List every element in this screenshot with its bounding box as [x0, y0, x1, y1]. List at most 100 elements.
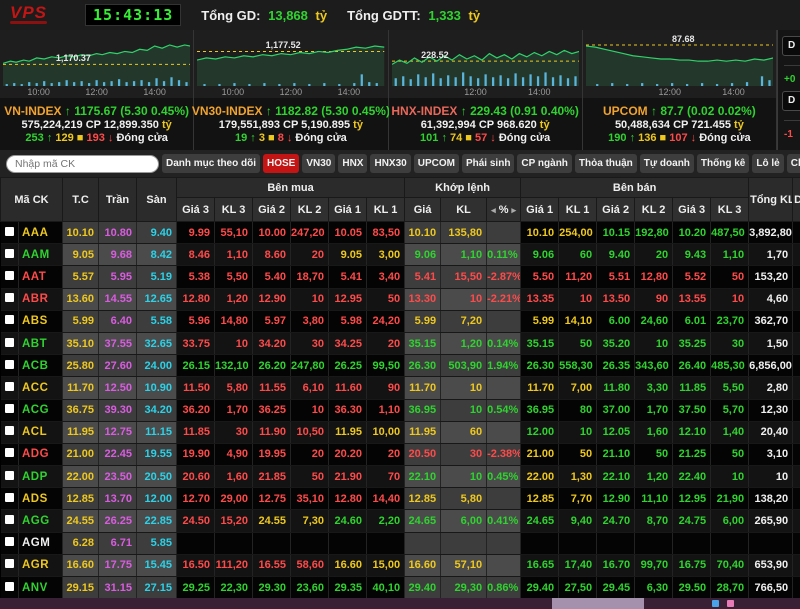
row-checkbox[interactable]	[5, 227, 14, 236]
row-checkbox[interactable]	[5, 493, 14, 502]
unchanged-count: 136 ■	[638, 132, 669, 144]
ticker-symbol[interactable]: ABS	[19, 310, 63, 332]
ask-cell: 24.75	[673, 510, 711, 532]
ticker-symbol[interactable]: AAA	[19, 222, 63, 244]
decliners-count: 57 ↓	[475, 132, 499, 144]
tab-CP ngành[interactable]: CP ngành	[517, 154, 571, 173]
row-checkbox[interactable]	[5, 315, 14, 324]
reference-price: 36.75	[63, 399, 99, 421]
row-checkbox[interactable]	[5, 426, 14, 435]
taskbar-icon[interactable]	[727, 600, 734, 607]
sub-header-buy: Giá 3	[177, 198, 215, 222]
tab-Thống kê[interactable]: Thống kê	[697, 154, 749, 173]
row-checkbox[interactable]	[5, 582, 14, 591]
tab-UPCOM[interactable]: UPCOM	[414, 154, 459, 173]
bid-cell: 26.25	[329, 355, 367, 377]
ticker-symbol[interactable]: ABT	[19, 332, 63, 354]
row-checkbox[interactable]	[5, 471, 14, 480]
row-checkbox[interactable]	[5, 360, 14, 369]
floor-price: 5.19	[137, 266, 177, 288]
logo-text: VPS	[10, 3, 47, 22]
ask-cell: 9.06	[521, 244, 559, 266]
ticker-symbol[interactable]: ANV	[19, 577, 63, 599]
taskbar-icon[interactable]	[712, 600, 719, 607]
ask-cell: 20	[635, 244, 673, 266]
col-header-total-volume[interactable]: Tổng KL▼	[749, 178, 793, 222]
index-name: VN30-INDEX	[192, 104, 263, 118]
prev-column-arrow[interactable]: ◂	[491, 205, 496, 215]
ticker-symbol[interactable]: ACL	[19, 421, 63, 443]
ticker-symbol[interactable]: AGG	[19, 510, 63, 532]
next-column-arrow[interactable]: ▸	[511, 205, 516, 215]
tab-VN30[interactable]: VN30	[302, 154, 335, 173]
stock-row-AAM[interactable]: AAM9.059.688.428.461,108.60209.053,009.0…	[1, 244, 800, 266]
ticker-symbol[interactable]: ABR	[19, 288, 63, 310]
total-volume-cell: 153,20	[749, 266, 793, 288]
stock-row-ADG[interactable]: ADG21.0022.4519.5519.904,9019.952020.202…	[1, 443, 800, 465]
time-label: 12:00	[280, 87, 303, 97]
tab-Thỏa thuận[interactable]: Thỏa thuận	[575, 154, 637, 173]
ticker-symbol[interactable]: ADG	[19, 443, 63, 465]
row-checkbox[interactable]	[5, 404, 14, 413]
stock-row-ACB[interactable]: ACB25.8027.6024.0026.15132,1026.20247,80…	[1, 355, 800, 377]
total-gdtt-unit: tỷ	[469, 8, 481, 23]
ticker-symbol[interactable]: AGR	[19, 554, 63, 576]
sub-header-sell: Giá 2	[597, 198, 635, 222]
ticker-symbol[interactable]: AAM	[19, 244, 63, 266]
ticker-symbol[interactable]: ADP	[19, 466, 63, 488]
row-checkbox[interactable]	[5, 559, 14, 568]
stock-row-ABT[interactable]: ABT35.1037.5532.6533.751034.203034.25203…	[1, 332, 800, 354]
ticker-symbol[interactable]: AAT	[19, 266, 63, 288]
row-checkbox[interactable]	[5, 293, 14, 302]
row-checkbox[interactable]	[5, 537, 14, 546]
world-index-box[interactable]: D	[782, 91, 800, 111]
tab-Lô lẻ[interactable]: Lô lẻ	[752, 154, 783, 173]
stock-row-ANV[interactable]: ANV29.1531.1527.1529.2522,3029.3023,6029…	[1, 577, 800, 599]
ticker-symbol[interactable]: AGM	[19, 532, 63, 554]
stock-code-input[interactable]	[6, 155, 159, 173]
ticker-symbol[interactable]: ACC	[19, 377, 63, 399]
tab-Tự doanh[interactable]: Tự doanh	[640, 154, 694, 173]
tab-Phái sinh[interactable]: Phái sinh	[462, 154, 514, 173]
tab-Danh mục theo dõi[interactable]: Danh mục theo dõi	[162, 154, 260, 173]
tab-Chứng quyền[interactable]: Chứng quyền	[787, 154, 800, 173]
row-checkbox[interactable]	[5, 515, 14, 524]
tab-HNX[interactable]: HNX	[338, 154, 367, 173]
index-line3: 19 ↑ 3 ■ 8 ↓ Đóng cửa	[235, 132, 347, 144]
price-table: Mã CKT.CTrầnSànBên muaKhớp lệnhBên bánTổ…	[0, 177, 800, 598]
world-indices-cut-panel[interactable]: D +0 D -1	[777, 30, 800, 150]
row-checkbox[interactable]	[5, 338, 14, 347]
stock-row-ADP[interactable]: ADP22.0023.5020.5020.601,6021.855021.907…	[1, 466, 800, 488]
taskbar[interactable]	[0, 598, 800, 609]
row-checkbox[interactable]	[5, 448, 14, 457]
stock-row-ADS[interactable]: ADS12.8513.7012.0012.7029,0012.7535,1012…	[1, 488, 800, 510]
vps-logo[interactable]: VPS	[10, 7, 47, 24]
world-index-box[interactable]: D	[782, 36, 800, 56]
bid-cell: 26.15	[177, 355, 215, 377]
stock-row-ACG[interactable]: ACG36.7539.3034.2036.201,7036.251036.301…	[1, 399, 800, 421]
row-checkbox[interactable]	[5, 271, 14, 280]
ask-cell: 70,40	[711, 554, 749, 576]
ask-cell	[711, 532, 749, 554]
index-arrow: ↑	[62, 104, 75, 118]
row-checkbox[interactable]	[5, 249, 14, 258]
stock-row-ABS[interactable]: ABS5.996.405.585.9614,805.973,805.9824,2…	[1, 310, 800, 332]
stock-row-AGM[interactable]: AGM6.286.715.85	[1, 532, 800, 554]
tab-HNX30[interactable]: HNX30	[370, 154, 410, 173]
ticker-symbol[interactable]: ACG	[19, 399, 63, 421]
stock-row-AGG[interactable]: AGG24.5526.2522.8524.5015,2024.557,3024.…	[1, 510, 800, 532]
ask-cell: 24.70	[597, 510, 635, 532]
stock-row-ABR[interactable]: ABR13.6014.5512.6512.801,2012.901012.955…	[1, 288, 800, 310]
stock-row-AAA[interactable]: AAA10.1010.809.409.9955,1010.00247,2010.…	[1, 222, 800, 244]
ticker-symbol[interactable]: ACB	[19, 355, 63, 377]
taskbar-active-window[interactable]	[552, 598, 644, 609]
tab-HOSE[interactable]: HOSE	[263, 154, 299, 173]
row-checkbox[interactable]	[5, 382, 14, 391]
stock-row-ACL[interactable]: ACL11.9512.7511.1511.853011.9010,5011.95…	[1, 421, 800, 443]
stock-row-ACC[interactable]: ACC11.7012.5010.9011.505,8011.556,1011.6…	[1, 377, 800, 399]
match-cell: 7,20	[441, 310, 487, 332]
stock-row-AGR[interactable]: AGR16.6017.7515.4516.50111,2016.5558,601…	[1, 554, 800, 576]
stock-row-AAT[interactable]: AAT5.575.955.195.385,505.4018,705.413,40…	[1, 266, 800, 288]
ticker-symbol[interactable]: ADS	[19, 488, 63, 510]
row-select-cell	[1, 466, 19, 488]
